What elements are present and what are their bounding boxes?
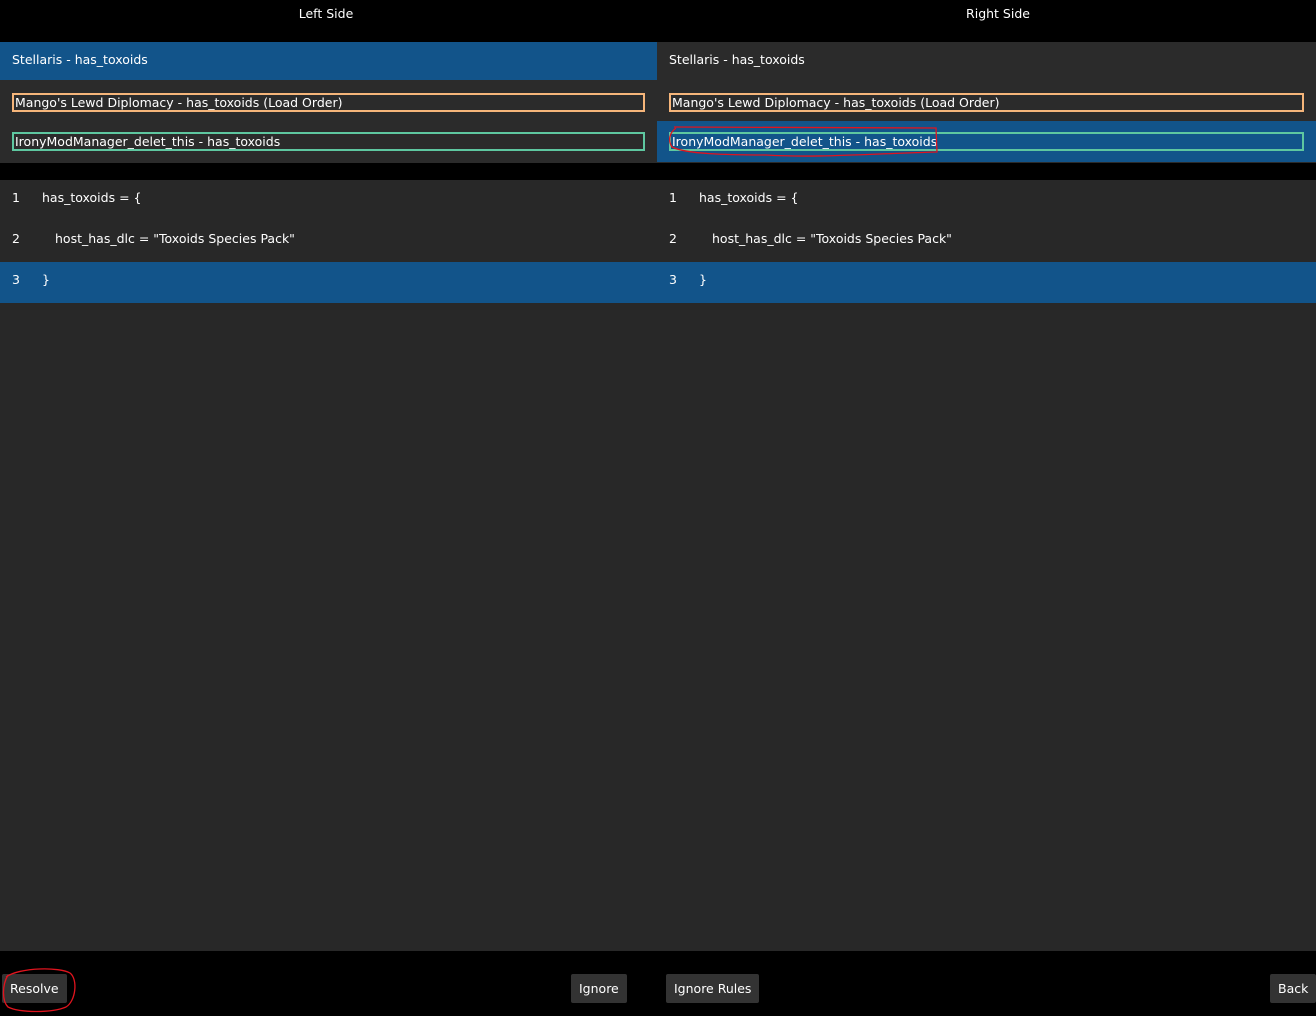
left-line-text: } xyxy=(42,272,50,287)
left-line-number: 3 xyxy=(12,272,20,287)
mod-item-label: Mango's Lewd Diplomacy - has_toxoids (Lo… xyxy=(12,93,645,112)
resolve-button[interactable]: Resolve xyxy=(2,974,67,1003)
code-line: 1 has_toxoids = { 1 has_toxoids = { xyxy=(0,180,1316,221)
code-line: 2 host_has_dlc = "Toxoids Species Pack" … xyxy=(0,221,1316,262)
left-mod-list: Stellaris - has_toxoids Mango's Lewd Dip… xyxy=(0,42,657,163)
back-button[interactable]: Back xyxy=(1270,974,1316,1003)
mod-item-label: Mango's Lewd Diplomacy - has_toxoids (Lo… xyxy=(669,93,1304,112)
left-line-text: has_toxoids = { xyxy=(42,190,142,205)
left-line-text: host_has_dlc = "Toxoids Species Pack" xyxy=(55,231,295,246)
ignore-button[interactable]: Ignore xyxy=(571,974,627,1003)
right-line-number: 3 xyxy=(669,272,677,287)
mod-item-label: Stellaris - has_toxoids xyxy=(12,52,148,67)
right-mod-item-ironymodmanager[interactable]: IronyModManager_delet_this - has_toxoids xyxy=(657,121,1316,162)
right-mod-item-mangos-lewd-diplomacy[interactable]: Mango's Lewd Diplomacy - has_toxoids (Lo… xyxy=(657,83,1316,121)
mod-item-label: IronyModManager_delet_this - has_toxoids xyxy=(669,132,1304,151)
right-line-number: 2 xyxy=(669,231,677,246)
left-mod-item-ironymodmanager[interactable]: IronyModManager_delet_this - has_toxoids xyxy=(0,121,657,162)
mod-item-label: IronyModManager_delet_this - has_toxoids xyxy=(12,132,645,151)
merge-viewer-window: Left Side Right Side Stellaris - has_tox… xyxy=(0,0,1316,1016)
code-line-selected[interactable]: 3 } 3 } xyxy=(0,262,1316,303)
left-line-number: 2 xyxy=(12,231,20,246)
right-side-title: Right Side xyxy=(966,6,1030,21)
right-line-text: has_toxoids = { xyxy=(699,190,799,205)
left-mod-item-stellaris[interactable]: Stellaris - has_toxoids xyxy=(0,42,657,80)
action-bar: Resolve Ignore Ignore Rules Back xyxy=(0,951,1316,1016)
right-mod-list: Stellaris - has_toxoids Mango's Lewd Dip… xyxy=(657,42,1316,163)
mod-item-label: Stellaris - has_toxoids xyxy=(669,52,805,67)
right-line-text: } xyxy=(699,272,707,287)
right-line-number: 1 xyxy=(669,190,677,205)
code-diff-panel[interactable]: 1 has_toxoids = { 1 has_toxoids = { 2 ho… xyxy=(0,180,1316,951)
left-side-title: Left Side xyxy=(298,6,354,21)
left-mod-item-mangos-lewd-diplomacy[interactable]: Mango's Lewd Diplomacy - has_toxoids (Lo… xyxy=(0,83,657,121)
right-mod-item-stellaris[interactable]: Stellaris - has_toxoids xyxy=(657,42,1316,80)
ignore-rules-button[interactable]: Ignore Rules xyxy=(666,974,760,1003)
left-line-number: 1 xyxy=(12,190,20,205)
side-headers: Left Side Right Side xyxy=(0,0,1316,43)
right-line-text: host_has_dlc = "Toxoids Species Pack" xyxy=(712,231,952,246)
